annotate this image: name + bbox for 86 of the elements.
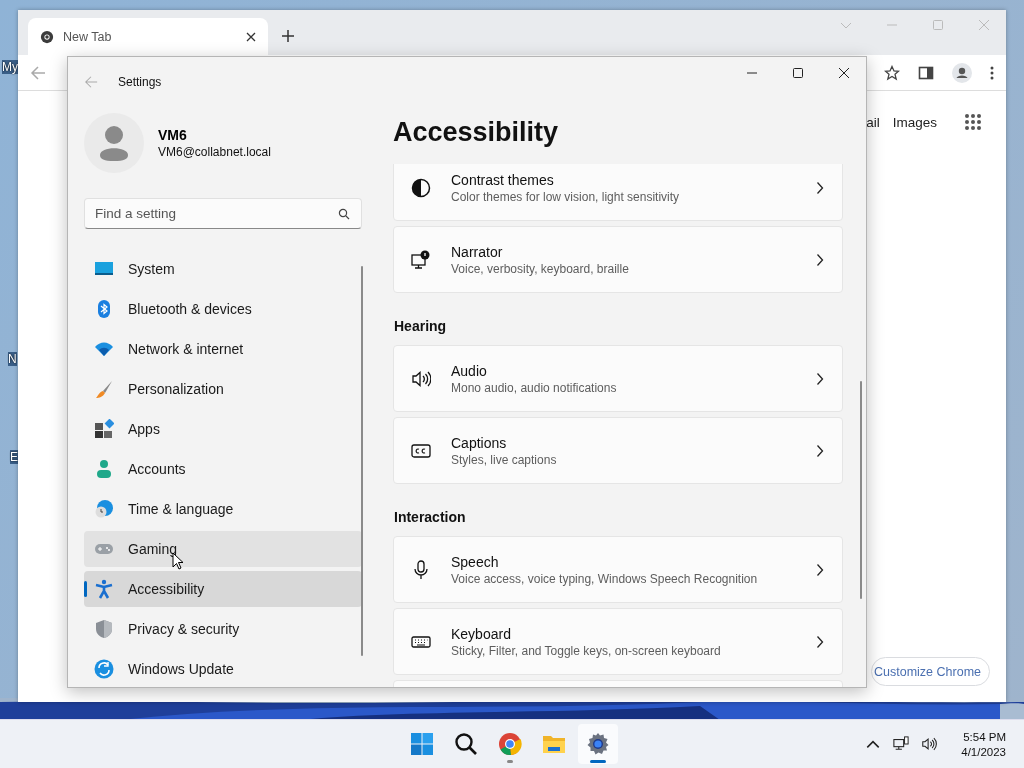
section-heading: Hearing [393, 317, 448, 336]
browser-logo-icon [40, 29, 54, 44]
close-icon[interactable] [838, 67, 850, 79]
search-icon [338, 208, 350, 220]
page-title: Accessibility [393, 116, 560, 149]
search-field[interactable]: Find a setting [84, 198, 362, 229]
header-link[interactable]: ail [866, 114, 880, 130]
volume-icon[interactable] [921, 736, 938, 752]
close-icon[interactable] [246, 31, 256, 42]
chevron-right-icon [816, 180, 824, 195]
maximize-icon[interactable] [792, 67, 804, 79]
settings-card[interactable]: Audio Mono audio, audio notifications [393, 345, 843, 412]
scrollbar[interactable] [860, 381, 862, 599]
contrast-icon [411, 177, 431, 198]
avatar-icon[interactable] [84, 113, 144, 173]
nav-item[interactable]: Privacy & security [84, 611, 362, 647]
nav-item[interactable]: Bluetooth & devices [84, 291, 362, 327]
desktop-icon-label[interactable]: E [10, 450, 18, 464]
browser-logo-icon [498, 732, 522, 756]
person-icon [94, 459, 114, 479]
card-title: Speech [451, 553, 500, 570]
nav-item[interactable]: Windows Update [84, 651, 362, 687]
taskbar-app[interactable] [578, 724, 618, 764]
chevron-right-icon [816, 252, 824, 267]
side-panel-icon[interactable] [918, 64, 934, 81]
window-title: Settings [118, 75, 162, 89]
scrollbar[interactable] [361, 266, 363, 656]
new-tab-icon[interactable] [281, 29, 295, 43]
start-icon [410, 732, 434, 756]
nav-item[interactable]: Gaming [84, 531, 362, 567]
card-description: Sticky, Filter, and Toggle keys, on-screen keyboard [451, 643, 722, 658]
apps-icon [94, 419, 114, 439]
card-description: Mono audio, audio notifications [451, 380, 618, 395]
card-title: Narrator [451, 243, 504, 260]
card-title: Keyboard [451, 625, 512, 642]
card-description: Voice, verbosity, keyboard, braille [451, 261, 630, 276]
card-title: Captions [451, 434, 508, 451]
menu-icon[interactable] [990, 64, 994, 81]
microphone-icon [411, 559, 431, 580]
running-indicator [507, 760, 513, 763]
chevron-right-icon [816, 562, 824, 577]
star-icon[interactable] [884, 64, 900, 81]
card-description: Voice access, voice typing, Windows Speech Recognition [451, 571, 759, 586]
card-title: Audio [451, 362, 488, 379]
card-title: Contrast themes [451, 171, 555, 188]
chevron-right-icon [816, 443, 824, 458]
card-description: Styles, live captions [451, 452, 558, 467]
network-icon[interactable] [893, 736, 910, 752]
settings-card[interactable]: Contrast themes Color themes for low vision, light sensitivity [393, 164, 843, 221]
speaker-icon [411, 368, 431, 389]
chevron-right-icon [816, 371, 824, 386]
desktop-icon-label[interactable]: N [8, 352, 17, 366]
profile-icon[interactable] [952, 62, 972, 83]
gear-icon [586, 732, 610, 756]
clock-date[interactable]: 4/1/2023 [961, 745, 1006, 758]
settings-card[interactable]: Keyboard Sticky, Filter, and Toggle keys, on-screen keyboard [393, 608, 843, 675]
nav-item[interactable]: Personalization [84, 371, 362, 407]
shield-icon [94, 619, 114, 639]
nav-item[interactable]: Accessibility [84, 571, 362, 607]
user-name: VM6 [158, 127, 188, 143]
desktop-icon-label[interactable]: My [2, 60, 18, 74]
card-description: Color themes for low vision, light sensitivity [451, 189, 681, 204]
nav-item[interactable]: Network & internet [84, 331, 362, 367]
running-indicator [590, 760, 606, 763]
nav-item[interactable]: System [84, 251, 362, 287]
customize-button[interactable]: Customize Chrome [871, 657, 990, 686]
settings-card[interactable]: Captions Styles, live captions [393, 417, 843, 484]
settings-card[interactable]: Narrator Voice, verbosity, keyboard, braille [393, 226, 843, 293]
section-heading: Interaction [393, 508, 467, 527]
chevron-right-icon [816, 634, 824, 649]
search-icon [454, 732, 478, 756]
selection-indicator [84, 581, 87, 597]
header-link[interactable]: Images [892, 114, 937, 130]
nav-item[interactable]: Accounts [84, 451, 362, 487]
apps-grid-icon[interactable] [964, 113, 982, 131]
globe-clock-icon [94, 499, 114, 519]
clock-time[interactable]: 5:54 PM [963, 730, 1006, 743]
user-email: VM6@collabnet.local [158, 145, 271, 159]
settings-card[interactable]: Speech Voice access, voice typing, Windows Speech Recognition [393, 536, 843, 603]
narrator-icon [411, 249, 431, 270]
accessibility-icon [94, 579, 114, 599]
nav-item[interactable]: Apps [84, 411, 362, 447]
nav-item[interactable]: Time & language [84, 491, 362, 527]
tab-title: New Tab [63, 29, 113, 44]
update-icon [94, 659, 114, 679]
browser-tab[interactable]: New Tab [28, 18, 268, 55]
